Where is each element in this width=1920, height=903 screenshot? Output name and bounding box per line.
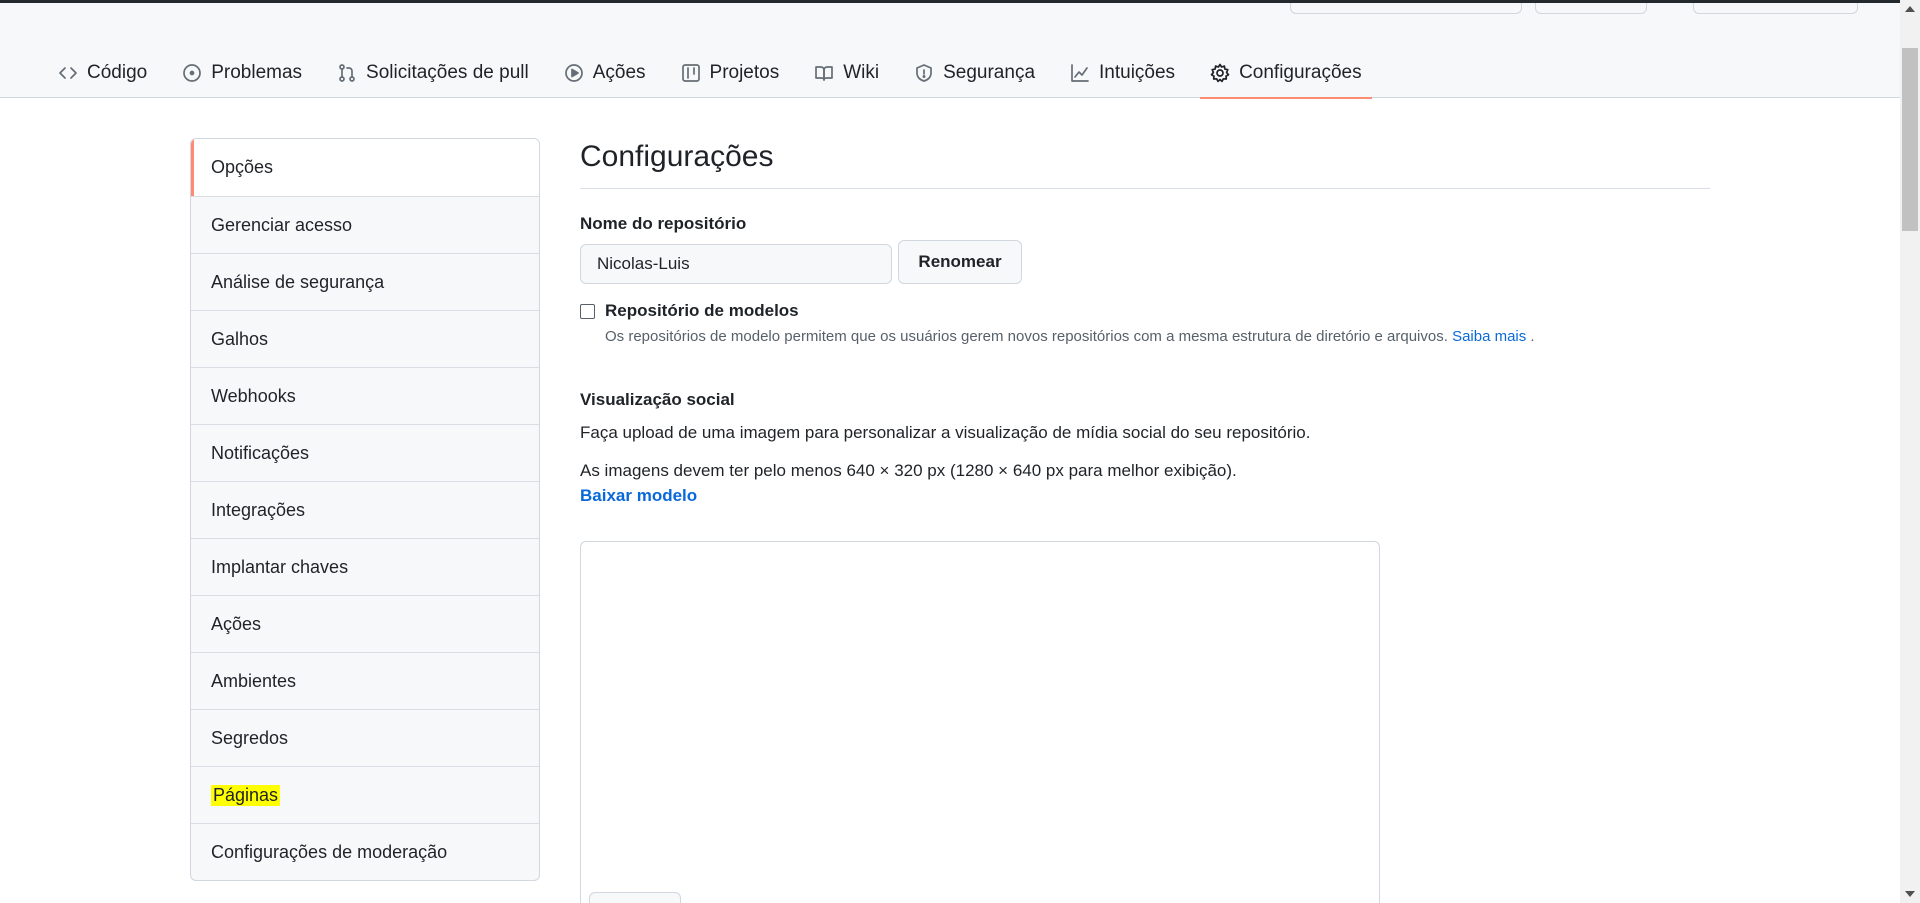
- tab-label: Ações: [592, 62, 646, 83]
- social-preview-title: Visualização social: [580, 390, 735, 409]
- sidebar-item-label: Notificações: [211, 442, 310, 463]
- sidebar-item-webhooks[interactable]: Webhooks: [191, 367, 539, 424]
- tab-label: Projetos: [709, 62, 780, 83]
- project-icon: [681, 64, 700, 82]
- social-preview-image-box: [580, 541, 1380, 903]
- social-preview-description: Faça upload de uma imagem para personali…: [580, 423, 1311, 442]
- template-repo-option: Repositório de modelos Os repositórios d…: [580, 301, 1710, 345]
- tab-label: Código: [87, 62, 148, 83]
- settings-main: Configurações Nome do repositório Renome…: [580, 140, 1710, 506]
- tab-code[interactable]: Código: [48, 48, 157, 98]
- tab-label: Solicitações de pull: [366, 62, 529, 83]
- sidebar-item-deploy-keys[interactable]: Implantar chaves: [191, 538, 539, 595]
- tab-security[interactable]: Segurança: [904, 48, 1045, 98]
- sidebar-item-label: Integrações: [211, 499, 306, 520]
- sidebar-item-label: Configurações de moderação: [211, 841, 448, 862]
- edit-image-button[interactable]: [589, 892, 681, 903]
- pull-request-icon: [339, 64, 355, 82]
- sidebar-item-label: Análise de segurança: [211, 271, 385, 292]
- sidebar-item-label: Implantar chaves: [211, 556, 349, 577]
- repo-name-input[interactable]: [580, 244, 892, 284]
- graph-icon: [1071, 64, 1089, 82]
- tab-label: Intuições: [1099, 62, 1176, 83]
- scroll-thumb[interactable]: [1902, 48, 1918, 231]
- tab-settings[interactable]: Configurações: [1200, 48, 1372, 99]
- page-title: Configurações: [580, 140, 1710, 189]
- tab-label: Problemas: [211, 62, 303, 83]
- template-repo-label[interactable]: Repositório de modelos: [605, 301, 1535, 321]
- shield-icon: [916, 64, 932, 82]
- image-size-note: As imagens devem ter pelo menos 640 × 32…: [580, 461, 1237, 480]
- template-repo-checkbox[interactable]: [580, 304, 595, 319]
- tab-wiki[interactable]: Wiki: [804, 48, 889, 98]
- scroll-up-arrow-icon[interactable]: [1905, 6, 1915, 12]
- tab-label: Segurança: [943, 62, 1036, 83]
- template-repo-description: Os repositórios de modelo permitem que o…: [605, 328, 1535, 345]
- sidebar-item-label: Páginas: [211, 784, 281, 806]
- top-border: [0, 0, 1920, 3]
- tab-label: Configurações: [1239, 62, 1362, 83]
- sidebar-item-security-analysis[interactable]: Análise de segurança: [191, 253, 539, 310]
- sidebar-item-integrations[interactable]: Integrações: [191, 481, 539, 538]
- sidebar-item-environments[interactable]: Ambientes: [191, 652, 539, 709]
- tab-pull-requests[interactable]: Solicitações de pull: [327, 48, 539, 98]
- rename-button[interactable]: Renomear: [898, 240, 1022, 284]
- rename-row: Renomear: [580, 240, 1710, 284]
- sidebar-item-secrets[interactable]: Segredos: [191, 709, 539, 766]
- sidebar-item-label: Segredos: [211, 727, 289, 748]
- sidebar-item-label: Gerenciar acesso: [211, 214, 353, 235]
- template-desc-text: Os repositórios de modelo permitem que o…: [605, 328, 1448, 345]
- sidebar-item-label: Galhos: [211, 328, 269, 349]
- learn-more-suffix: .: [1526, 328, 1535, 345]
- sidebar-item-label: Ações: [211, 613, 262, 634]
- gear-icon: [1210, 63, 1230, 83]
- settings-sidebar: Opções Gerenciar acesso Análise de segur…: [190, 138, 540, 881]
- book-icon: [815, 66, 834, 81]
- play-icon: [564, 64, 583, 82]
- tab-issues[interactable]: Problemas: [172, 48, 312, 98]
- sidebar-item-label: Webhooks: [211, 385, 296, 406]
- sidebar-item-label: Opções: [211, 157, 274, 177]
- download-template-link[interactable]: Baixar modelo: [580, 486, 697, 506]
- sidebar-item-manage-access[interactable]: Gerenciar acesso: [191, 196, 539, 253]
- tab-insights[interactable]: Intuições: [1060, 48, 1185, 98]
- code-icon: [59, 67, 77, 79]
- repo-name-label: Nome do repositório: [580, 214, 747, 233]
- tab-actions[interactable]: Ações: [554, 48, 656, 98]
- scroll-down-arrow-icon[interactable]: [1905, 891, 1915, 897]
- page-scrollbar[interactable]: [1900, 0, 1920, 903]
- learn-more-link[interactable]: Saiba mais: [1452, 328, 1526, 345]
- sidebar-item-notifications[interactable]: Notificações: [191, 424, 539, 481]
- repo-tabs: Código Problemas Solicitações de pull Aç…: [48, 48, 1387, 99]
- sidebar-item-branches[interactable]: Galhos: [191, 310, 539, 367]
- sidebar-item-actions[interactable]: Ações: [191, 595, 539, 652]
- sidebar-item-options[interactable]: Opções: [191, 139, 539, 196]
- tab-projects[interactable]: Projetos: [671, 48, 790, 98]
- issue-icon: [183, 64, 202, 82]
- sidebar-item-moderation-settings[interactable]: Configurações de moderação: [191, 823, 539, 880]
- tab-label: Wiki: [843, 62, 880, 83]
- repo-header: NicolasCaruso / Nicolas-Luis Código Prob…: [0, 0, 1900, 99]
- sidebar-item-pages[interactable]: Páginas: [191, 766, 539, 823]
- sidebar-item-label: Ambientes: [211, 670, 297, 691]
